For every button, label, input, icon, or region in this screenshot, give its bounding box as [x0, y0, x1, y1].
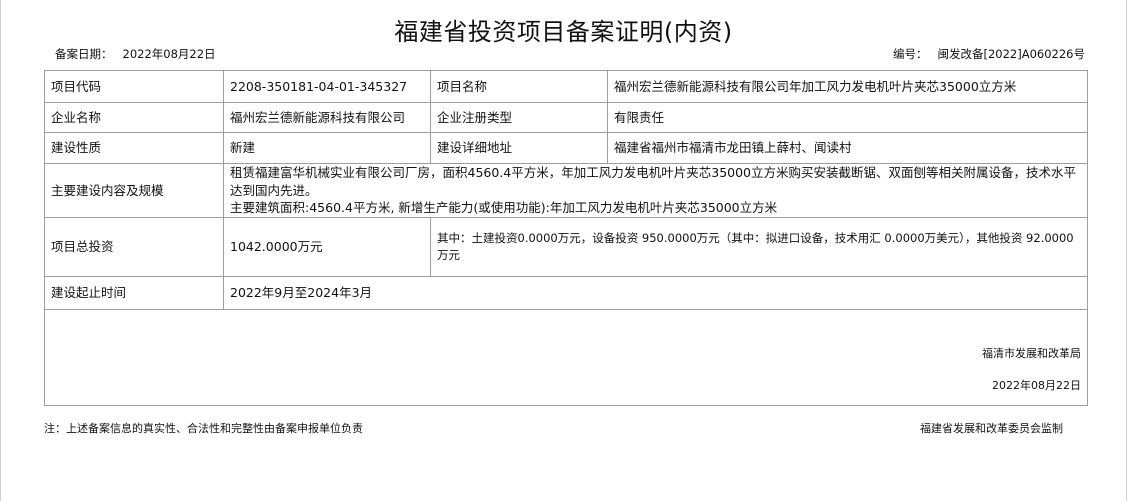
table-row: 建设性质 新建 建设详细地址 福建省福州市福清市龙田镇上薛村、闻读村: [44, 132, 1088, 164]
record-date-value: 2022年08月22日: [122, 47, 216, 61]
address-value: 福建省福州市福清市龙田镇上薛村、闻读村: [607, 132, 1088, 164]
table-row: 项目代码 2208-350181-04-01-345327 项目名称 福州宏兰德…: [44, 70, 1088, 103]
content-line-2: 主要建筑面积:4560.4平方米, 新增生产能力(或使用功能):年加工风力发电机…: [230, 200, 778, 215]
project-code-value: 2208-350181-04-01-345327: [223, 70, 431, 103]
supervisor: 福建省发展和改革委员会监制: [920, 422, 1063, 435]
project-name-label: 项目名称: [430, 70, 608, 103]
record-date-label: 备案日期：: [55, 47, 113, 61]
table-row: 建设起止时间 2022年9月至2024年3月: [44, 275, 1088, 310]
table-row: 福清市发展和改革局 2022年08月22日: [44, 308, 1088, 406]
investment-detail: 其中：土建投资0.0000万元，设备投资 950.0000万元（其中：拟进口设备…: [430, 216, 1088, 277]
content-label: 主要建设内容及规模: [44, 163, 224, 218]
record-date: 备案日期： 2022年08月22日: [55, 46, 216, 62]
issuer-block: 福清市发展和改革局 2022年08月22日: [44, 308, 1088, 406]
footnote: 注：上述备案信息的真实性、合法性和完整性由备案申报单位负责: [44, 422, 363, 435]
record-number-label: 编号：: [892, 47, 928, 61]
nature-label: 建设性质: [44, 132, 224, 164]
table-row: 主要建设内容及规模 租赁福建富华机械实业有限公司厂房，面积4560.4平方米，年…: [44, 163, 1088, 218]
project-name-value: 福州宏兰德新能源科技有限公司年加工风力发电机叶片夹芯35000立方米: [607, 70, 1088, 103]
record-number: 编号： 闽发改备[2022]A060226号: [893, 46, 1085, 62]
company-type-label: 企业注册类型: [430, 102, 608, 133]
nature-value: 新建: [223, 132, 431, 164]
record-number-value: 闽发改备[2022]A060226号: [937, 47, 1085, 61]
period-value: 2022年9月至2024年3月: [223, 275, 1088, 310]
document-title: 福建省投资项目备案证明(内资): [394, 18, 733, 46]
investment-label: 项目总投资: [44, 216, 224, 277]
content-line-1: 租赁福建富华机械实业有限公司厂房，面积4560.4平方米，年加工风力发电机叶片夹…: [230, 165, 1077, 198]
table-row: 项目总投资 1042.0000万元 其中：土建投资0.0000万元，设备投资 9…: [44, 216, 1088, 277]
content-value: 租赁福建富华机械实业有限公司厂房，面积4560.4平方米，年加工风力发电机叶片夹…: [223, 163, 1088, 218]
address-label: 建设详细地址: [430, 132, 608, 164]
table-row: 企业名称 福州宏兰德新能源科技有限公司 企业注册类型 有限责任: [44, 102, 1088, 133]
project-code-label: 项目代码: [44, 70, 224, 103]
period-label: 建设起止时间: [44, 275, 224, 310]
company-value: 福州宏兰德新能源科技有限公司: [223, 102, 431, 133]
company-label: 企业名称: [44, 102, 224, 133]
investment-total: 1042.0000万元: [223, 216, 431, 277]
company-type-value: 有限责任: [607, 102, 1088, 133]
issuer-name: 福清市发展和改革局: [982, 346, 1081, 360]
issue-date: 2022年08月22日: [992, 378, 1081, 392]
record-table: 项目代码 2208-350181-04-01-345327 项目名称 福州宏兰德…: [44, 70, 1088, 406]
